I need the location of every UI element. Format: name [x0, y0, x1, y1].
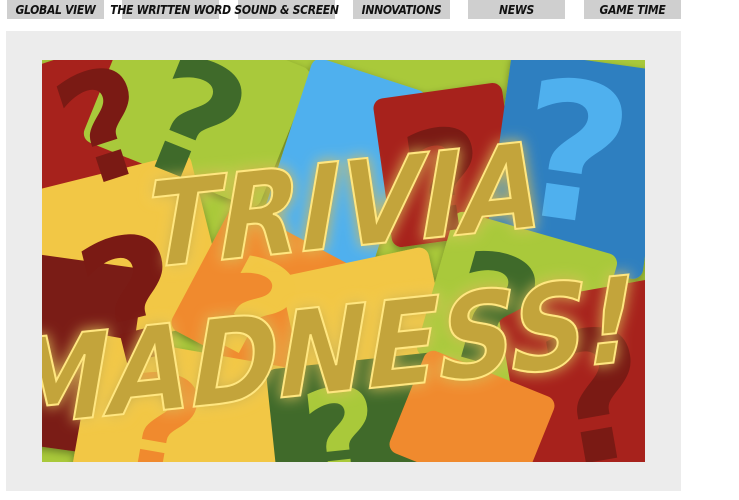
nav-tab-sound-and-screen[interactable]: Sound & Screen	[234, 0, 339, 19]
banner-artwork: ? ? ? ? ? ? ? ? ? ? Trivia Madness!	[42, 60, 645, 462]
nav-tab-news[interactable]: News	[468, 0, 565, 19]
nav-tab-global-view[interactable]: Global View	[7, 0, 104, 19]
nav-tab-the-written-word[interactable]: The Written Word	[110, 0, 231, 19]
trivia-madness-banner[interactable]: ? ? ? ? ? ? ? ? ? ? Trivia Madness!	[42, 60, 645, 462]
nav-tab-innovations[interactable]: Innovations	[353, 0, 450, 19]
top-navigation: Global View The Written Word Sound & Scr…	[0, 0, 739, 20]
nav-tab-game-time[interactable]: Game Time	[584, 0, 681, 19]
